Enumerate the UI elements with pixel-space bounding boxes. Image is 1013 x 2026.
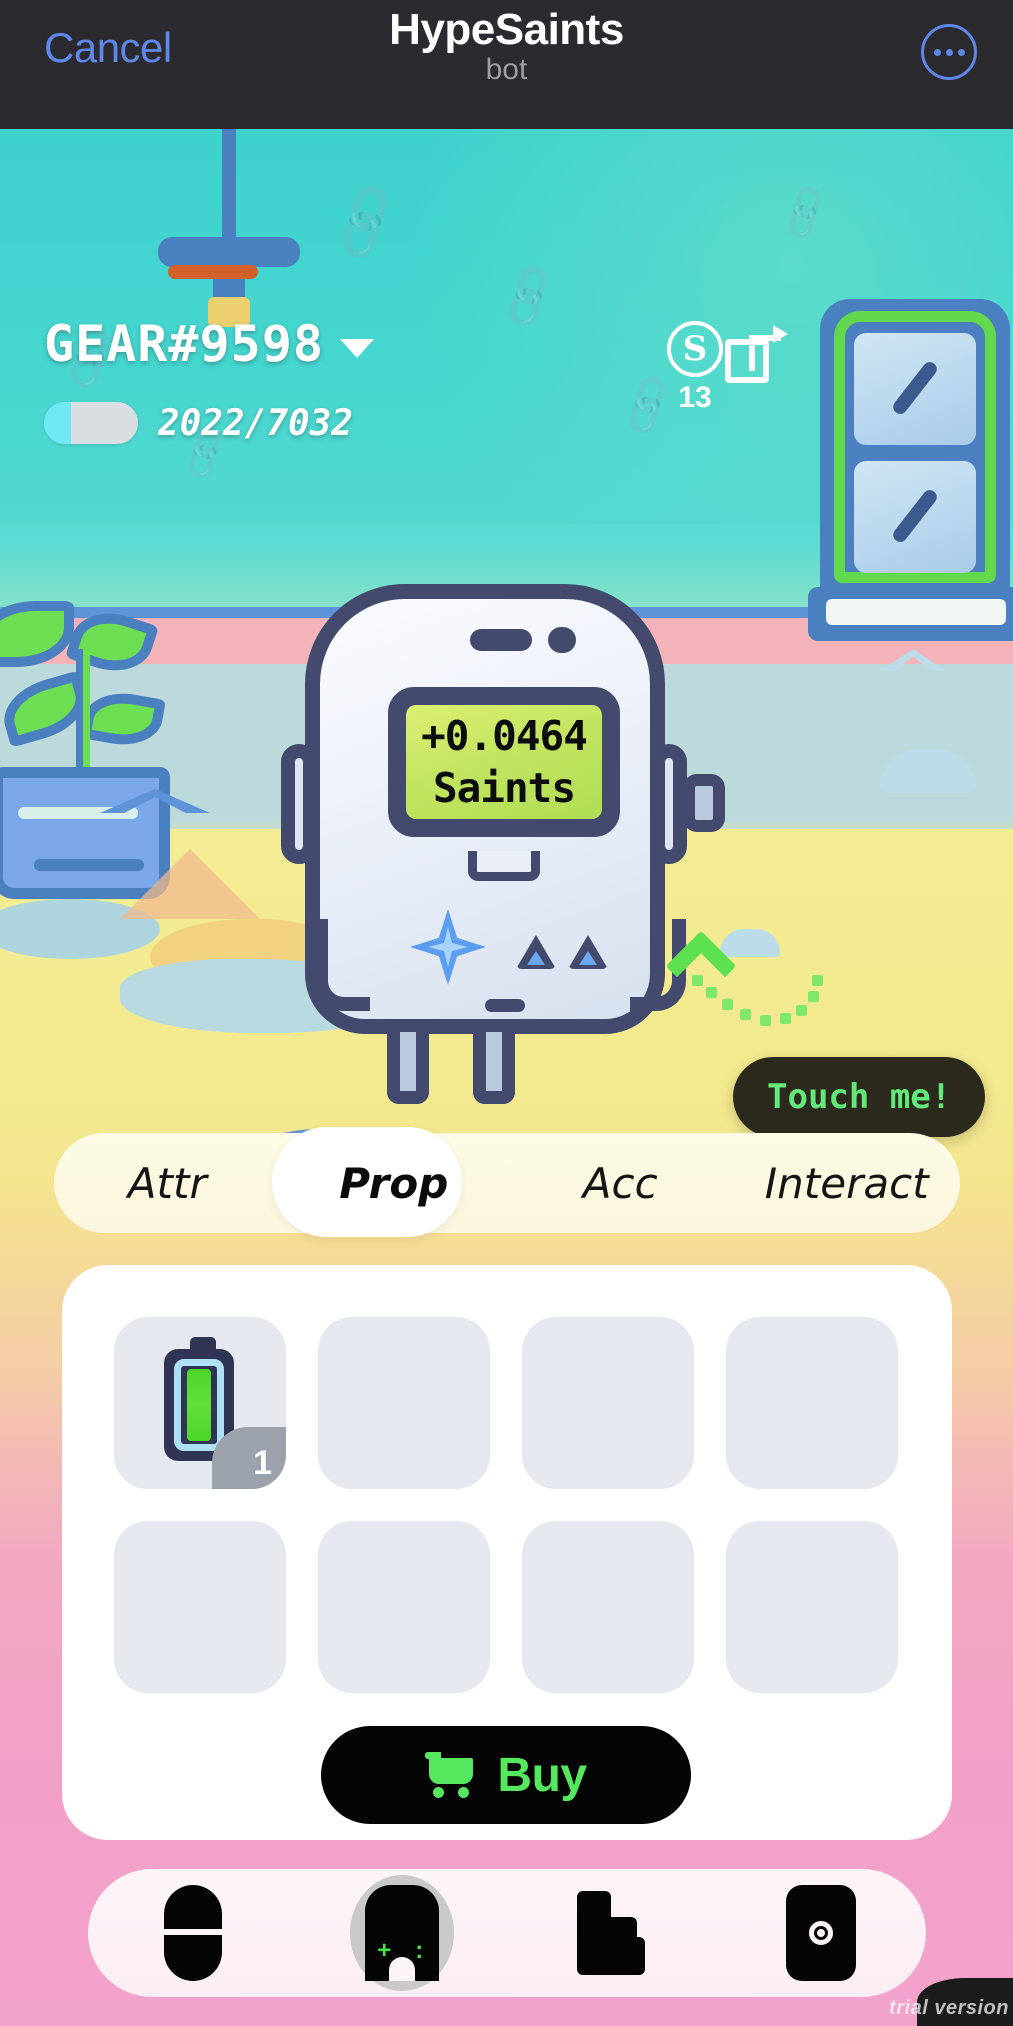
cancel-button[interactable]: Cancel bbox=[44, 24, 172, 72]
more-dot bbox=[933, 48, 941, 56]
touch-me-tooltip[interactable]: Touch me! bbox=[733, 1057, 986, 1137]
plant-leaf bbox=[0, 601, 74, 667]
page-title: HypeSaints bbox=[389, 5, 624, 54]
saints-coin-icon: S bbox=[667, 321, 723, 377]
battery-icon-fill bbox=[187, 1369, 211, 1441]
robot-arm-left bbox=[314, 919, 370, 1011]
gear-name-label: GEAR#9598 bbox=[44, 315, 324, 373]
bottom-navigation: + : bbox=[88, 1869, 926, 1997]
cabinet-decoration bbox=[808, 299, 1013, 641]
chevron-down-icon[interactable] bbox=[339, 338, 374, 358]
capsule-icon bbox=[163, 1885, 222, 1981]
robot-body: +0.0464 Saints bbox=[305, 584, 686, 1034]
robot-leg-left bbox=[387, 1032, 429, 1104]
tap-trail bbox=[690, 969, 823, 1059]
gear-name-selector[interactable]: GEAR#9598 bbox=[44, 315, 374, 373]
buy-button-label: Buy bbox=[497, 1748, 587, 1802]
inventory-slot[interactable] bbox=[114, 1521, 286, 1693]
more-dot bbox=[957, 48, 965, 56]
energy-progress-fill bbox=[44, 402, 72, 444]
nav-item-robot[interactable]: + : bbox=[332, 1869, 472, 1997]
more-dot bbox=[945, 48, 953, 56]
robot-leg-right bbox=[473, 1032, 515, 1104]
cabinet-glint bbox=[890, 359, 940, 417]
robot-face-eye-right: : bbox=[415, 1937, 424, 1964]
trial-watermark: trial version bbox=[889, 1997, 1009, 2019]
plant-leaf bbox=[80, 686, 166, 752]
device-icon bbox=[786, 1885, 857, 1981]
energy-progress-group: 2022/7032 bbox=[44, 402, 353, 444]
buy-button[interactable]: Buy bbox=[321, 1726, 691, 1824]
robot-triangle-inner bbox=[527, 951, 545, 965]
coin-balance[interactable]: S 13 bbox=[667, 321, 723, 415]
share-box-part bbox=[725, 339, 769, 383]
inventory-slot[interactable] bbox=[522, 1317, 694, 1489]
nav-item-device[interactable] bbox=[751, 1869, 891, 1997]
robot-sparkle-inner-icon bbox=[428, 927, 468, 967]
robot-side-knob bbox=[683, 774, 725, 832]
cabinet-pane bbox=[854, 461, 976, 573]
inventory-slot[interactable] bbox=[726, 1521, 898, 1693]
share-arrow-tip bbox=[773, 325, 788, 343]
app-root: Cancel HypeSaints bot 🔗 🔗 🔗 🔗 🔗 🔗 GEAR#9… bbox=[0, 0, 1013, 2026]
robot-screen-frame: +0.0464 Saints bbox=[388, 687, 620, 837]
tab-acc[interactable]: Acc bbox=[507, 1159, 734, 1208]
cabinet-pane bbox=[854, 333, 976, 445]
nav-item-blocks[interactable] bbox=[542, 1869, 682, 1997]
app-header: Cancel HypeSaints bot bbox=[0, 0, 1013, 129]
share-icon[interactable] bbox=[725, 325, 788, 383]
inventory-slot[interactable] bbox=[318, 1317, 490, 1489]
blocks-icon bbox=[573, 1885, 651, 1981]
cart-basket bbox=[429, 1758, 474, 1784]
robot-mouth bbox=[485, 999, 525, 1012]
nav-item-capsule[interactable] bbox=[123, 1869, 263, 1997]
robot-face-icon: + : bbox=[365, 1885, 440, 1981]
coin-count-label: 13 bbox=[678, 381, 712, 414]
robot-character[interactable]: +0.0464 Saints bbox=[281, 584, 725, 1104]
ceiling-lamp-shade bbox=[158, 237, 300, 267]
robot-display: +0.0464 Saints bbox=[406, 705, 602, 819]
energy-progress-label: 2022/7032 bbox=[158, 402, 354, 444]
ceiling-lamp-rod bbox=[222, 129, 236, 247]
cart-wheel bbox=[433, 1787, 445, 1798]
robot-triangle-inner bbox=[579, 951, 597, 965]
robot-chin-panel bbox=[468, 851, 540, 881]
inventory-slot[interactable] bbox=[522, 1521, 694, 1693]
ceiling-lamp-accent bbox=[168, 265, 258, 279]
device-icon-ring bbox=[809, 1921, 834, 1945]
coin-symbol-label: S bbox=[682, 329, 708, 369]
device-icon-dot bbox=[817, 1929, 826, 1937]
plant-stem bbox=[76, 649, 90, 779]
inventory-slot[interactable] bbox=[726, 1317, 898, 1489]
robot-triangle-icon bbox=[516, 935, 556, 969]
inventory-slot[interactable] bbox=[318, 1521, 490, 1693]
robot-triangle-icon bbox=[568, 935, 608, 969]
inventory-grid: 1 bbox=[114, 1317, 904, 1693]
more-horizontal-icon[interactable] bbox=[921, 24, 977, 80]
scene-triangle bbox=[120, 849, 260, 919]
robot-display-amount: +0.0464 bbox=[421, 712, 588, 760]
energy-progress-bar bbox=[44, 402, 138, 444]
cabinet-glint bbox=[890, 487, 940, 545]
tab-prop[interactable]: Prop bbox=[281, 1159, 508, 1208]
shopping-cart-icon bbox=[425, 1752, 477, 1798]
robot-top-vent bbox=[470, 629, 532, 651]
tab-interact[interactable]: Interact bbox=[734, 1159, 961, 1208]
category-tabbar: Attr Prop Acc Interact bbox=[54, 1133, 960, 1233]
block-part bbox=[590, 1937, 645, 1975]
header-title-group: HypeSaints bot bbox=[389, 5, 624, 87]
tab-attr[interactable]: Attr bbox=[54, 1159, 281, 1208]
robot-face-eye-left: + bbox=[377, 1937, 392, 1964]
cart-wheel bbox=[458, 1787, 470, 1798]
robot-top-dot bbox=[548, 627, 576, 653]
robot-display-currency: Saints bbox=[432, 764, 576, 812]
item-quantity-badge: 1 bbox=[212, 1427, 286, 1489]
inventory-slot[interactable]: 1 bbox=[114, 1317, 286, 1489]
share-arrow-stem bbox=[749, 341, 755, 371]
cabinet-base-highlight bbox=[826, 599, 1006, 625]
page-subtitle: bot bbox=[485, 53, 528, 87]
